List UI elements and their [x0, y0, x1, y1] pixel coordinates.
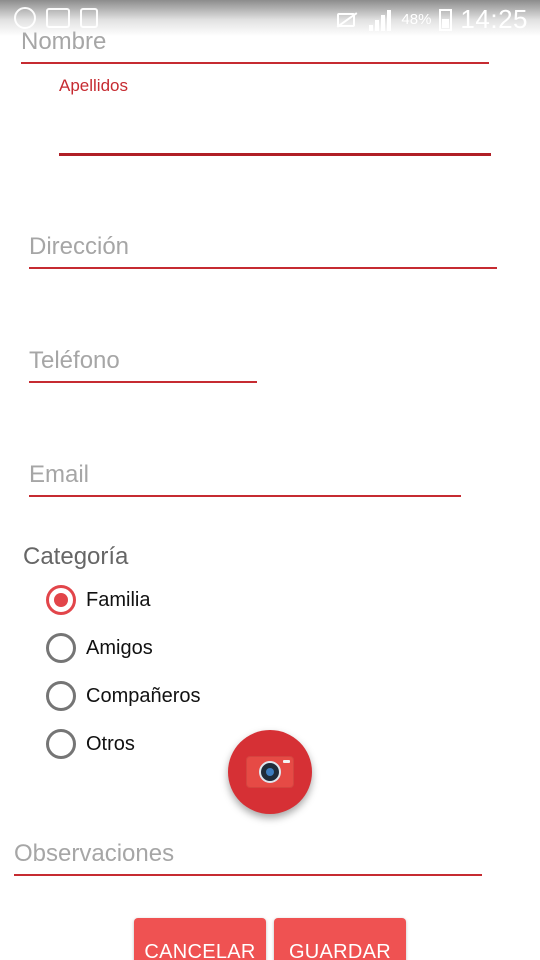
telefono-placeholder: Teléfono: [29, 347, 120, 374]
radio-familia-label: Familia: [86, 588, 151, 611]
battery-percent: 48%: [401, 11, 432, 28]
observaciones-field[interactable]: Observaciones: [14, 837, 482, 879]
camera-flash: [283, 760, 290, 763]
radio-otros[interactable]: Otros: [46, 727, 135, 761]
email-placeholder: Email: [29, 461, 90, 488]
contact-form-screen: 48% 14:25 Nombre Apellidos Dirección Tel…: [0, 0, 540, 960]
signal-icon: [369, 9, 393, 31]
email-field[interactable]: Email: [29, 458, 461, 500]
location-icon: [14, 7, 36, 29]
image-icon: [46, 8, 70, 28]
telefono-field[interactable]: Teléfono: [29, 344, 257, 386]
category-title: Categoría: [23, 543, 129, 570]
email-underline: [29, 495, 461, 497]
battery-icon: [439, 8, 453, 31]
sim-icon: [80, 8, 98, 28]
radio-companeros[interactable]: Compañeros: [46, 679, 201, 713]
observaciones-placeholder: Observaciones: [14, 840, 175, 867]
direccion-placeholder: Dirección: [29, 233, 130, 260]
radio-familia[interactable]: Familia: [46, 583, 150, 617]
radio-amigos-label: Amigos: [86, 636, 153, 659]
direccion-field[interactable]: Dirección: [29, 230, 497, 272]
status-bar: 48% 14:25: [0, 0, 540, 36]
apellidos-underline: [59, 153, 491, 156]
camera-lens: [259, 761, 281, 783]
status-left-icons: [14, 7, 98, 29]
radio-button[interactable]: [46, 633, 76, 663]
status-right-icons: 48% 14:25: [333, 4, 528, 35]
radio-otros-label: Otros: [86, 732, 135, 755]
observaciones-underline: [14, 874, 482, 876]
radio-button[interactable]: [46, 729, 76, 759]
radio-button[interactable]: [46, 681, 76, 711]
camera-button[interactable]: [228, 730, 312, 814]
camera-icon: [246, 756, 294, 788]
radio-button-checked[interactable]: [46, 585, 76, 615]
apellidos-label: Apellidos: [59, 76, 128, 95]
telefono-underline: [29, 381, 257, 383]
mute-icon: [333, 10, 361, 30]
direccion-underline: [29, 267, 497, 269]
apellidos-field[interactable]: Apellidos: [59, 74, 491, 160]
cancel-button[interactable]: CANCELAR: [134, 918, 266, 960]
nombre-underline: [21, 62, 489, 64]
clock: 14:25: [460, 4, 528, 34]
radio-amigos[interactable]: Amigos: [46, 631, 153, 665]
radio-companeros-label: Compañeros: [86, 684, 201, 707]
save-button[interactable]: GUARDAR: [274, 918, 406, 960]
